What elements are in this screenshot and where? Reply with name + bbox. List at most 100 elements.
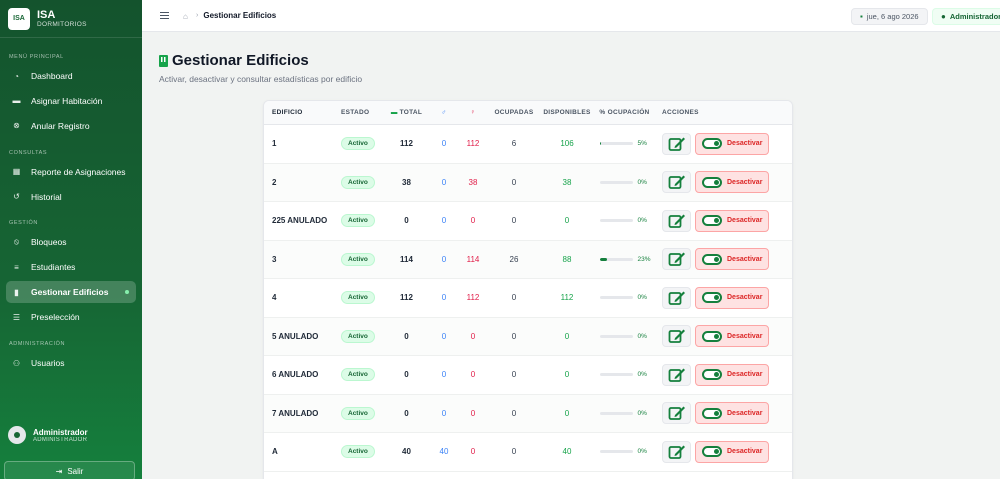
occupancy-bar: [599, 219, 633, 223]
sidebar-item-reporte-de-asignaciones[interactable]: ▦ Reporte de Asignaciones: [6, 161, 136, 183]
col-total[interactable]: ▬ TOTAL: [385, 109, 428, 116]
toggle-on-icon: [702, 138, 722, 150]
sidebar-item-estudiantes[interactable]: ≡ Estudiantes: [6, 256, 136, 278]
cell-acciones: Desactivar: [657, 171, 792, 194]
breadcrumb: ⌂ › Gestionar Edificios: [183, 11, 276, 21]
sidebar-item-label: Estudiantes: [31, 262, 76, 273]
cell-male: 0: [441, 370, 447, 380]
edit-button[interactable]: [662, 363, 691, 386]
deactivate-button[interactable]: Desactivar: [695, 325, 769, 348]
cell-female: 112: [466, 293, 480, 303]
edit-button[interactable]: [662, 248, 691, 271]
sidebar-item-label: Historial: [31, 191, 62, 202]
edit-button[interactable]: [662, 402, 691, 425]
cell-estado: Activo: [333, 406, 385, 420]
topbar: ⌂ › Gestionar Edificios ▪ jue, 6 ago 202…: [142, 0, 1000, 32]
cell-male: 0: [441, 408, 447, 418]
edit-button[interactable]: [662, 209, 691, 232]
sidebar-item-dashboard[interactable]: ◔ Dashboard: [6, 65, 136, 87]
sidebar-item-preselección[interactable]: ☰ Preselección: [6, 306, 136, 328]
edit-button[interactable]: [662, 132, 691, 155]
deactivate-label: Desactivar: [727, 294, 763, 302]
bed-icon: ▬: [390, 109, 398, 116]
cell-total: 38: [402, 177, 411, 187]
deactivate-label: Desactivar: [727, 178, 763, 186]
occupancy-percent: 23%: [637, 255, 651, 263]
edit-icon: [668, 406, 685, 421]
sidebar-item-label: Usuarios: [31, 358, 65, 369]
brand-subtitle: DORMITORIOS: [37, 20, 87, 28]
bed-icon: ▬: [12, 96, 21, 106]
deactivate-button[interactable]: Desactivar: [695, 171, 769, 194]
occupancy-bar-fill: [599, 257, 608, 261]
sidebar-item-bloqueos[interactable]: ⦸ Bloqueos: [6, 231, 136, 253]
deactivate-button[interactable]: Desactivar: [695, 402, 769, 425]
cell-ocupadas: 0: [511, 331, 517, 341]
cell-female: 114: [466, 254, 480, 264]
cell-male: 0: [441, 331, 447, 341]
sidebar-item-usuarios[interactable]: ⚇ Usuarios: [6, 352, 136, 374]
col-edificio[interactable]: EDIFICIO: [264, 109, 333, 116]
cell-acciones: Desactivar: [657, 132, 792, 155]
toggle-on-icon: [702, 215, 722, 227]
deactivate-button[interactable]: Desactivar: [695, 132, 769, 155]
sidebar-section-label: MENÚ PRINCIPAL: [9, 54, 64, 60]
menu-toggle-icon[interactable]: [160, 11, 169, 20]
page-title-text: Gestionar Edificios: [172, 52, 309, 69]
cell-total: 112: [400, 293, 413, 303]
deactivate-button[interactable]: Desactivar: [695, 286, 769, 309]
home-icon[interactable]: ⌂: [183, 12, 191, 21]
ban-icon: ⦸: [13, 237, 20, 247]
cell-ocupadas: 0: [511, 447, 517, 457]
deactivate-button[interactable]: Desactivar: [695, 248, 769, 271]
edit-icon: [668, 252, 685, 267]
cell-total: 0: [404, 408, 409, 418]
col-disponibles[interactable]: DISPONIBLES: [542, 109, 592, 116]
cell-ocupadas: 0: [511, 408, 517, 418]
occupancy-bar: [599, 334, 633, 338]
deactivate-button[interactable]: Desactivar: [695, 440, 769, 463]
cell-female: 0: [470, 408, 476, 418]
cell-male: 0: [441, 216, 447, 226]
date-text: jue, 6 ago 2026: [866, 12, 919, 21]
col-male[interactable]: ♂: [428, 109, 460, 116]
sidebar-item-label: Bloqueos: [31, 237, 67, 248]
cell-edificio: 225 ANULADO: [272, 216, 328, 226]
deactivate-button[interactable]: Desactivar: [695, 209, 769, 232]
deactivate-button[interactable]: Desactivar: [695, 363, 769, 386]
col-female[interactable]: ♀: [460, 109, 486, 116]
col-estado[interactable]: ESTADO: [333, 109, 385, 116]
cell-acciones: Desactivar: [657, 325, 792, 348]
user-menu[interactable]: ● Administrador: [932, 8, 1000, 25]
cell-male: 40: [439, 447, 449, 457]
sidebar-item-gestionar-edificios[interactable]: ▮ Gestionar Edificios: [6, 281, 136, 304]
sidebar-item-historial[interactable]: ↺ Historial: [6, 186, 136, 208]
cell-ocupacion: 0%: [592, 217, 657, 224]
cell-ocupacion: 0%: [592, 294, 657, 301]
edit-icon: [668, 445, 685, 459]
occupancy-bar: [599, 411, 633, 415]
sidebar-item-anular-registro[interactable]: ⊗ Anular Registro: [6, 115, 136, 137]
sidebar-section-label: ADMINISTRACIÓN: [9, 341, 66, 348]
cell-edificio: 2: [272, 177, 277, 187]
occupancy-percent: 0%: [637, 371, 647, 379]
occupancy-bar: [599, 180, 633, 184]
edit-button[interactable]: [662, 440, 691, 463]
cell-ocupadas: 0: [511, 177, 517, 187]
edit-button[interactable]: [662, 286, 691, 309]
cell-total: 114: [400, 254, 413, 264]
sidebar-item-label: Anular Registro: [31, 120, 90, 131]
cell-acciones: Desactivar: [657, 209, 792, 232]
col-ocupacion[interactable]: % OCUPACIÓN: [592, 109, 657, 116]
user-menu-label: Administrador: [949, 12, 1000, 21]
deactivate-label: Desactivar: [727, 255, 763, 263]
sidebar-item-asignar-habitación[interactable]: ▬ Asignar Habitación: [6, 90, 136, 112]
toggle-on-icon: [702, 253, 722, 265]
cell-ocupacion: 0%: [592, 333, 657, 340]
brand-logo[interactable]: ISA: [8, 7, 30, 30]
edit-button[interactable]: [662, 325, 691, 348]
status-badge: Activo: [341, 214, 375, 228]
logout-button[interactable]: ⇥ Salir: [4, 461, 135, 479]
edit-button[interactable]: [662, 171, 691, 194]
col-ocupadas[interactable]: OCUPADAS: [486, 109, 542, 116]
